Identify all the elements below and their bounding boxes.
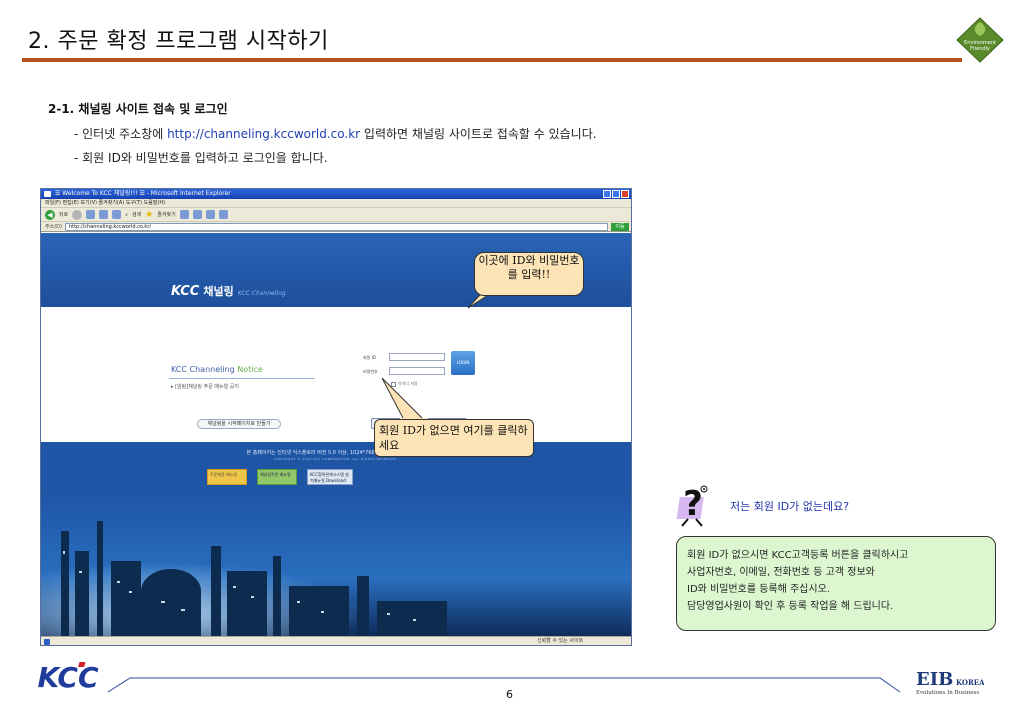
password-label: 비밀번호 [363, 369, 378, 374]
kcc-footer-logo-text: KCC [37, 661, 98, 694]
faq-answer-line: ID와 비밀번호를 등록해 주십시오. [687, 584, 830, 595]
browser-toolbar: ◀ 뒤로 ⌕ 검색 ★ 즐겨찾기 [41, 208, 631, 222]
notice-divider [169, 378, 315, 379]
site-copyright: COPYRIGHT © 2004 KCC CORPORATION. ALL RI… [273, 457, 399, 461]
title-divider [22, 58, 962, 62]
page-status-icon [44, 639, 50, 645]
browser-status-bar: 신뢰할 수 있는 사이트 [41, 636, 631, 645]
bullet-url-instruction: - 인터넷 주소창에 http://channeling.kccworld.co… [74, 125, 597, 142]
faq-answer-line: 회원 ID가 없으시면 KCC고객등록 버튼을 클릭하시고 [687, 550, 909, 561]
refresh-icon[interactable] [99, 210, 109, 219]
back-arrow-icon[interactable]: ◀ [45, 209, 55, 220]
faq-question: 저는 회원 ID가 없는데요? [730, 500, 850, 513]
system-manual-download-button[interactable]: KCC협력관계시스템 설치매뉴얼 Download [307, 469, 353, 485]
browser-requirement-note: 본 홈페이지는 인터넷 익스플로러 버전 5.0 이상, 1024*768에 최… [246, 450, 426, 456]
kcc-channeling-logo: KCC 채널링 KCC Channeling [171, 283, 286, 299]
password-input[interactable] [389, 367, 445, 375]
login-button[interactable]: LOGIN [451, 351, 475, 375]
question-mark-character-icon: ? [676, 484, 708, 527]
go-button[interactable]: 이동 [611, 222, 629, 231]
maximize-icon[interactable] [612, 190, 620, 198]
slide-title: 2. 주문 확정 프로그램 시작하기 [28, 29, 329, 54]
search-label[interactable]: 검색 [132, 211, 141, 218]
bullet1-prefix: - 인터넷 주소창에 [74, 127, 168, 141]
channeling-title-ko: 채널링 [203, 285, 234, 298]
ie-logo-icon [44, 191, 51, 197]
badge-text-line2: Friendly [970, 46, 990, 52]
channeling-title-en: KCC Channeling [237, 290, 286, 297]
mail-icon[interactable] [192, 210, 202, 219]
notice-item-link[interactable]: ▸ [알림]채널링 주문 매뉴얼 공지 [171, 383, 239, 390]
search-icon[interactable]: ⌕ [125, 212, 128, 218]
member-id-label: 회원 ID [363, 355, 376, 360]
eib-logo-korea: KOREA [956, 678, 984, 687]
browser-title-bar: ☰ Welcome To KCC 채널링!!! ☰ - Microsoft In… [41, 189, 631, 199]
channeling-url-link[interactable]: http://channeling.kccworld.co.kr [167, 127, 360, 141]
factory-night-image [41, 491, 631, 636]
member-id-input[interactable] [389, 353, 445, 361]
eib-logo-main: EIB [916, 669, 953, 690]
bullet-login-instruction: - 회원 ID와 비밀번호를 입력하고 로그인을 합니다. [74, 151, 328, 165]
faq-answer-line: 사업자번호, 이메일, 전화번호 등 고객 정보와 [687, 567, 875, 578]
browser-address-bar: 주소(D) http://channeling.kccworld.co.kr/ … [41, 222, 631, 232]
back-label[interactable]: 뒤로 [59, 211, 68, 218]
window-controls [603, 190, 629, 198]
history-icon[interactable] [179, 210, 189, 219]
kcc-logo-text: KCC [171, 284, 200, 299]
set-start-page-button[interactable]: 채널링을 시작페이지로 만들기 [197, 419, 281, 429]
order-manual-button[interactable]: 채널링주문 매뉴얼 [257, 469, 297, 485]
register-callout-tail [381, 377, 428, 422]
faq-answer-line: 담당영업사원이 확인 후 등록 작업을 해 드립니다. [687, 601, 894, 612]
close-icon[interactable] [621, 190, 629, 198]
notice-title: KCC Channeling Notice [171, 365, 263, 374]
eib-logo-tagline: Evolutions In Business [916, 690, 979, 696]
login-hint-callout: 이곳에 ID와 비밀번호를 입력!! [474, 252, 584, 296]
forward-arrow-icon[interactable] [72, 209, 83, 220]
home-icon[interactable] [112, 210, 122, 219]
favorites-star-icon[interactable]: ★ [145, 210, 153, 220]
kcc-footer-logo: KCC [37, 661, 98, 694]
bullet1-suffix: 입력하면 채널링 사이트로 접속할 수 있습니다. [360, 127, 597, 141]
folder-icon[interactable] [218, 210, 228, 219]
faq-answer-box: 회원 ID가 없으시면 KCC고객등록 버튼을 클릭하시고 사업자번호, 이메일… [676, 536, 996, 631]
environment-friendly-badge: Environment Friendly [956, 17, 1004, 63]
eib-korea-logo: EIB KOREA Evolutions In Business [916, 669, 984, 696]
notice-word: Notice [237, 365, 263, 374]
browser-window-title: ☰ Welcome To KCC 채널링!!! ☰ - Microsoft In… [55, 190, 231, 197]
browser-menu-bar[interactable]: 파일(F) 편집(E) 보기(V) 즐겨찾기(A) 도구(T) 도움말(H) [41, 199, 631, 208]
security-zone-label: 신뢰할 수 있는 사이트 [537, 638, 584, 644]
minimize-icon[interactable] [603, 190, 611, 198]
page-number: 6 [506, 688, 513, 701]
product-manual-button[interactable]: 주문제품 매뉴얼 [207, 469, 247, 485]
address-input[interactable]: http://channeling.kccworld.co.kr/ [64, 222, 608, 231]
site-login-panel: KCC Channeling Notice ▸ [알림]채널링 주문 매뉴얼 공… [41, 307, 631, 442]
print-icon[interactable] [205, 210, 215, 219]
svg-text:?: ? [683, 484, 703, 524]
section-heading: 2-1. 채널링 사이트 접속 및 로그인 [48, 102, 228, 116]
favorites-label[interactable]: 즐겨찾기 [157, 211, 175, 218]
notice-prefix: KCC Channeling [171, 365, 238, 374]
address-label: 주소(D) [45, 224, 62, 230]
register-hint-callout: 회원 ID가 없으면 여기를 클릭하세요 [374, 419, 534, 457]
stop-icon[interactable] [86, 210, 96, 219]
